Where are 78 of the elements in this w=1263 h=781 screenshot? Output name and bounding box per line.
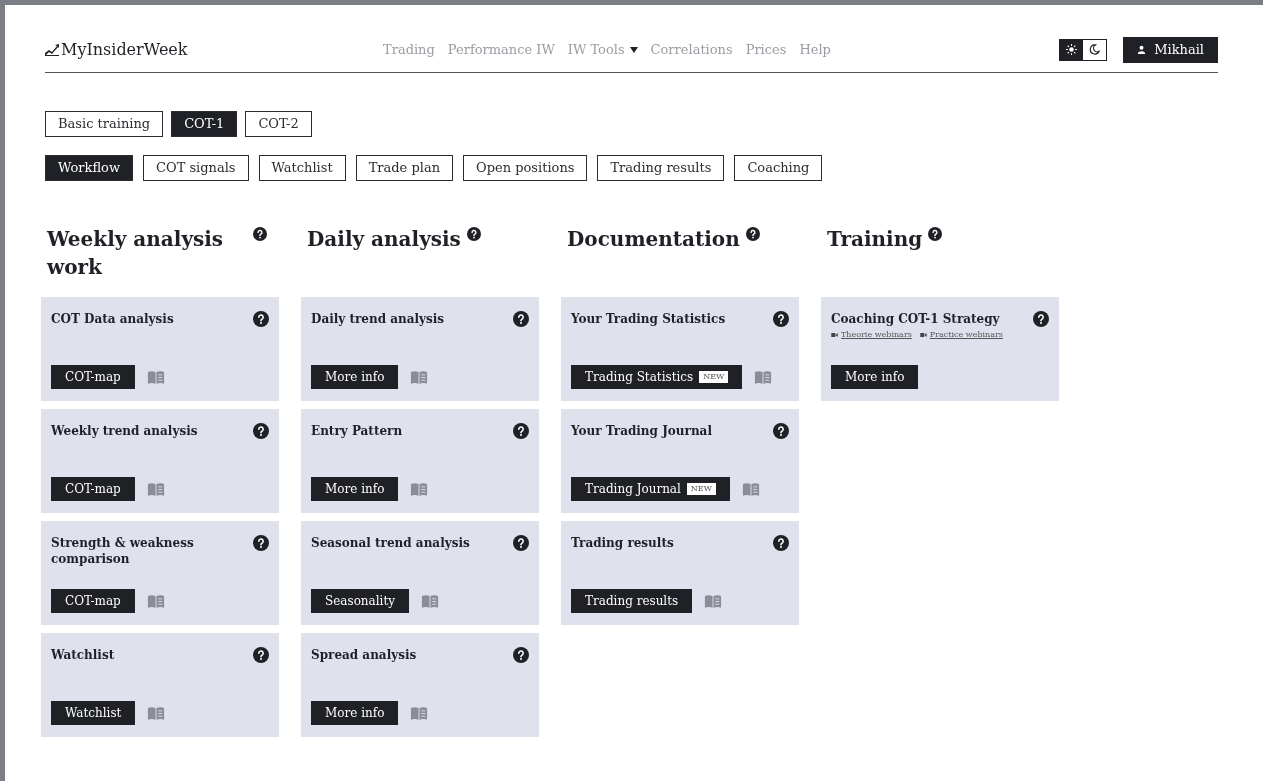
tab[interactable]: COT-1 [171, 111, 238, 137]
help-icon[interactable] [773, 535, 789, 551]
help-icon[interactable] [513, 423, 529, 439]
book-icon[interactable] [754, 369, 773, 385]
column-heading: Weekly analysis work [47, 226, 225, 281]
action-button[interactable]: COT-map [51, 365, 135, 389]
help-icon[interactable] [253, 423, 269, 439]
help-icon[interactable] [253, 227, 267, 241]
card-title: Seasonal trend analysis [311, 535, 470, 551]
column-heading: Daily analysis [307, 226, 461, 253]
card-title: Daily trend analysis [311, 311, 445, 327]
help-icon[interactable] [513, 535, 529, 551]
help-icon[interactable] [466, 227, 481, 241]
video-icon [919, 333, 927, 337]
book-icon[interactable] [146, 593, 165, 609]
card-title: Strength & weakness comparison [51, 535, 195, 567]
logo-text[interactable]: MyInsiderWeek [61, 37, 188, 62]
help-icon[interactable] [513, 647, 529, 663]
tab[interactable]: Coaching [734, 155, 823, 181]
card-title: Watchlist [51, 647, 115, 663]
card-title: COT Data analysis [51, 311, 174, 327]
card-title: Spread analysis [311, 647, 417, 663]
card-title: Trading results [571, 535, 674, 551]
book-icon[interactable] [421, 593, 440, 609]
help-icon[interactable] [253, 535, 269, 551]
book-icon[interactable] [741, 481, 760, 497]
action-button[interactable]: More info [311, 701, 399, 725]
action-button[interactable]: Trading Statistics NEW [571, 365, 743, 389]
help-icon[interactable] [773, 311, 789, 327]
book-icon[interactable] [146, 481, 165, 497]
user-button[interactable]: Mikhail [1123, 36, 1218, 63]
sun-icon[interactable] [1060, 39, 1084, 60]
new-badge: NEW [686, 483, 716, 495]
tab[interactable]: COT-2 [245, 111, 312, 137]
tab[interactable]: Workflow [45, 155, 134, 181]
card-title: Coaching COT-1 Strategy [831, 311, 1000, 327]
chart-logo-icon [45, 43, 59, 56]
card-title: Entry Pattern [311, 423, 403, 439]
help-icon[interactable] [253, 647, 269, 663]
action-button[interactable]: More info [311, 477, 399, 501]
help-icon[interactable] [513, 311, 529, 327]
action-button[interactable]: COT-map [51, 589, 135, 613]
webinar-link[interactable]: Practice webinars [919, 329, 1003, 341]
tab[interactable]: Trade plan [355, 155, 453, 181]
help-icon[interactable] [928, 227, 943, 241]
book-icon[interactable] [410, 705, 429, 721]
tab[interactable]: Trading results [597, 155, 725, 181]
tab[interactable]: Open positions [463, 155, 588, 181]
action-button[interactable]: Trading results [571, 589, 693, 613]
book-icon[interactable] [704, 593, 723, 609]
card-title: Your Trading Journal [571, 423, 712, 439]
tab[interactable]: COT signals [143, 155, 249, 181]
help-icon[interactable] [1033, 311, 1049, 327]
book-icon[interactable] [147, 705, 166, 721]
book-icon[interactable] [146, 369, 165, 385]
book-icon[interactable] [410, 369, 429, 385]
card-title: Your Trading Statistics [571, 311, 726, 327]
webinar-link[interactable]: Theorie webinars [831, 329, 912, 341]
tab[interactable]: Basic training [45, 111, 164, 137]
theme-toggle[interactable] [1059, 38, 1108, 61]
action-button[interactable]: More info [311, 365, 399, 389]
action-button[interactable]: COT-map [51, 477, 135, 501]
column-heading: Documentation [567, 226, 740, 253]
new-badge: NEW [699, 371, 729, 383]
help-icon[interactable] [773, 423, 789, 439]
caret-icon [629, 46, 638, 53]
user-icon [1137, 45, 1147, 54]
help-icon[interactable] [253, 311, 269, 327]
action-button[interactable]: More info [831, 365, 919, 389]
card-title: Weekly trend analysis [51, 423, 198, 439]
column-heading: Training [827, 226, 923, 253]
action-button[interactable]: Trading Journal NEW [571, 477, 730, 501]
video-icon [831, 333, 838, 337]
tab[interactable]: Watchlist [258, 155, 346, 181]
help-icon[interactable] [745, 227, 760, 241]
action-button[interactable]: Watchlist [51, 701, 136, 725]
action-button[interactable]: Seasonality [311, 589, 410, 613]
book-icon[interactable] [410, 481, 429, 497]
